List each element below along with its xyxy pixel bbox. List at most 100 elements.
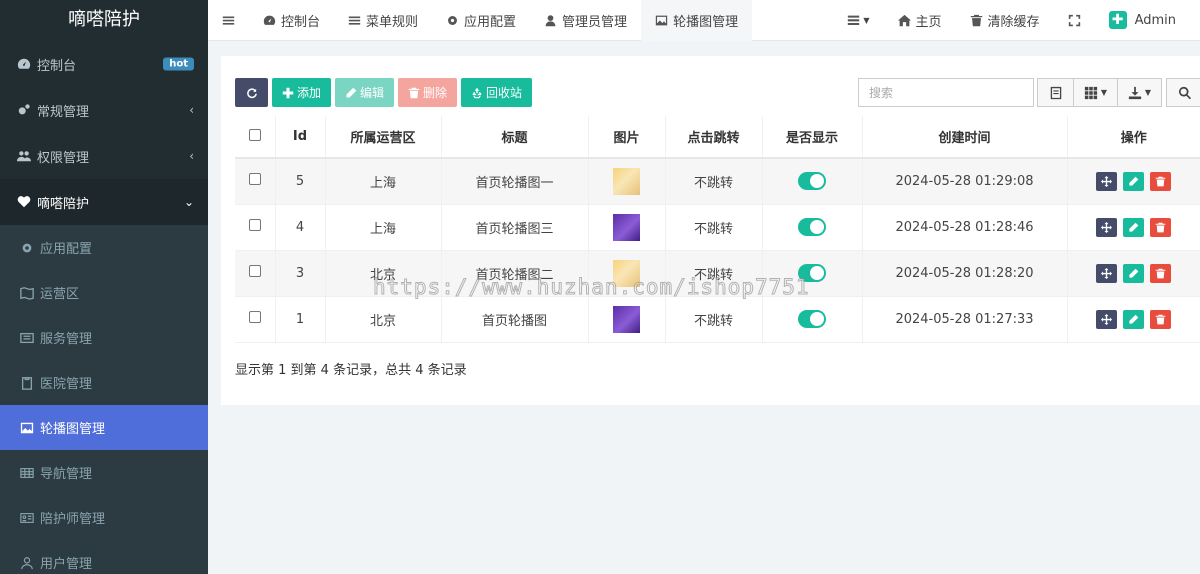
export-button[interactable]: ▼ — [1117, 78, 1162, 107]
show-toggle[interactable] — [798, 310, 826, 328]
cell-image — [588, 250, 666, 297]
col-jump[interactable]: 点击跳转 — [665, 116, 763, 159]
cell-actions — [1067, 158, 1200, 205]
row-checkbox[interactable] — [248, 311, 261, 323]
row-edit-button[interactable] — [1123, 263, 1145, 283]
select-all-cell[interactable] — [235, 116, 276, 159]
sidebar-item-general[interactable]: 常规管理 ‹ — [0, 87, 208, 133]
table-row[interactable]: 3 北京 首页轮播图二 不跳转 2024-05-28 01:28:20 — [235, 250, 1200, 297]
pencil-icon — [345, 87, 357, 99]
select-all-checkbox[interactable] — [248, 128, 261, 141]
col-created[interactable]: 创建时间 — [862, 116, 1068, 159]
col-show[interactable]: 是否显示 — [762, 116, 863, 159]
sidebar-submenu: 应用配置 运营区 服务管理 医院管理 轮播图管理 导航管理 陪护师管理 用户管理 — [0, 225, 208, 574]
row-checkbox[interactable] — [248, 265, 261, 277]
cell-created: 2024-05-28 01:27:33 — [862, 296, 1068, 343]
cell-show — [762, 158, 863, 205]
banner-thumbnail[interactable] — [613, 305, 640, 333]
top-navbar: 控制台 菜单规则 应用配置 管理员管理 轮播图管理 ▼ 主页 清除缓存 ✚ Ad… — [208, 0, 1200, 41]
sidebar-item-app-config[interactable]: 应用配置 — [0, 225, 208, 270]
edit-button[interactable]: 编辑 — [335, 78, 395, 107]
sidebar-item-navigation[interactable]: 导航管理 — [0, 450, 208, 495]
tab-admin[interactable]: 管理员管理 — [530, 0, 641, 41]
col-image[interactable]: 图片 — [588, 116, 666, 159]
search-icon — [1178, 86, 1191, 99]
row-select-cell[interactable] — [235, 204, 276, 251]
col-id[interactable]: Id — [275, 116, 326, 159]
row-select-cell[interactable] — [235, 296, 276, 343]
banner-thumbnail[interactable] — [613, 259, 640, 287]
home-link[interactable]: 主页 — [884, 0, 956, 41]
sidebar-item-permission[interactable]: 权限管理 ‹ — [0, 133, 208, 179]
row-delete-button[interactable] — [1150, 217, 1172, 237]
sidebar-item-label: 应用配置 — [40, 242, 93, 257]
table-row[interactable]: 5 上海 首页轮播图一 不跳转 2024-05-28 01:29:08 — [235, 158, 1200, 205]
sidebar-item-region[interactable]: 运营区 — [0, 270, 208, 315]
app-logo[interactable]: 嘀嗒陪护 — [0, 0, 208, 41]
row-edit-button[interactable] — [1123, 217, 1145, 237]
table-row[interactable]: 4 上海 首页轮播图三 不跳转 2024-05-28 01:28:46 — [235, 204, 1200, 251]
sidebar-toggle[interactable] — [208, 0, 249, 41]
sidebar-item-banner[interactable]: 轮播图管理 — [0, 405, 208, 450]
user-menu[interactable]: ✚ Admin — [1095, 0, 1200, 41]
row-delete-button[interactable] — [1150, 309, 1172, 329]
list-icon — [847, 14, 860, 27]
tab-banner[interactable]: 轮播图管理 — [641, 0, 753, 41]
tab-label: 菜单规则 — [366, 14, 419, 30]
clear-cache-button[interactable]: 清除缓存 — [956, 0, 1054, 41]
delete-button[interactable]: 删除 — [398, 78, 458, 107]
table-tools: ▼ ▼ — [1037, 78, 1200, 107]
search-input[interactable] — [858, 78, 1034, 107]
table-row[interactable]: 1 北京 首页轮播图 不跳转 2024-05-28 01:27:33 — [235, 296, 1200, 343]
sidebar-item-dashboard[interactable]: 控制台 hot — [0, 41, 208, 87]
refresh-button[interactable] — [235, 78, 268, 107]
arrows-icon — [1101, 175, 1113, 187]
fullscreen-button[interactable] — [1054, 0, 1095, 41]
sidebar-item-hospital[interactable]: 医院管理 — [0, 360, 208, 405]
drag-sort-button[interactable] — [1096, 171, 1118, 191]
show-toggle[interactable] — [798, 172, 826, 191]
trash-icon — [1156, 176, 1166, 187]
show-toggle[interactable] — [798, 264, 826, 282]
recycle-bin-button[interactable]: 回收站 — [461, 78, 533, 107]
sidebar-item-label: 嘀嗒陪护 — [37, 196, 90, 212]
tab-label: 管理员管理 — [562, 14, 628, 30]
row-select-cell[interactable] — [235, 158, 276, 205]
sidebar-item-service[interactable]: 服务管理 — [0, 315, 208, 360]
cell-show — [762, 250, 863, 297]
cell-jump: 不跳转 — [665, 204, 763, 251]
row-select-cell[interactable] — [235, 250, 276, 297]
col-region[interactable]: 所属运营区 — [325, 116, 442, 159]
tab-dashboard[interactable]: 控制台 — [249, 0, 334, 41]
row-delete-button[interactable] — [1150, 171, 1172, 191]
show-toggle[interactable] — [798, 218, 826, 236]
row-checkbox[interactable] — [248, 173, 261, 186]
tab-menu-rules[interactable]: 菜单规则 — [334, 0, 432, 41]
chevron-down-icon: ⌄ — [183, 195, 194, 209]
drag-sort-button[interactable] — [1096, 263, 1118, 283]
cell-actions — [1067, 250, 1200, 297]
tab-app-config[interactable]: 应用配置 — [432, 0, 530, 41]
sidebar-item-users[interactable]: 用户管理 — [0, 540, 208, 574]
banner-thumbnail[interactable] — [613, 213, 640, 241]
add-button[interactable]: 添加 — [272, 78, 332, 107]
sidebar-item-caregiver[interactable]: 陪护师管理 — [0, 495, 208, 540]
home-label: 主页 — [915, 14, 942, 30]
multiplenav-dropdown[interactable]: ▼ — [833, 0, 883, 41]
banner-thumbnail[interactable] — [613, 167, 640, 195]
row-delete-button[interactable] — [1150, 263, 1172, 283]
col-title[interactable]: 标题 — [441, 116, 589, 159]
row-checkbox[interactable] — [248, 219, 261, 231]
toggle-view-button[interactable] — [1037, 78, 1074, 107]
cogs-icon — [17, 103, 31, 117]
sidebar-item-didi[interactable]: 嘀嗒陪护 ⌄ — [0, 179, 208, 225]
pencil-icon — [1129, 176, 1139, 186]
drag-sort-button[interactable] — [1096, 217, 1118, 237]
table-icon — [20, 466, 34, 480]
columns-button[interactable]: ▼ — [1073, 78, 1118, 107]
drag-sort-button[interactable] — [1096, 309, 1118, 329]
row-edit-button[interactable] — [1123, 171, 1145, 191]
search-button[interactable] — [1166, 78, 1200, 107]
row-edit-button[interactable] — [1123, 309, 1145, 329]
dashboard-icon — [17, 57, 31, 71]
